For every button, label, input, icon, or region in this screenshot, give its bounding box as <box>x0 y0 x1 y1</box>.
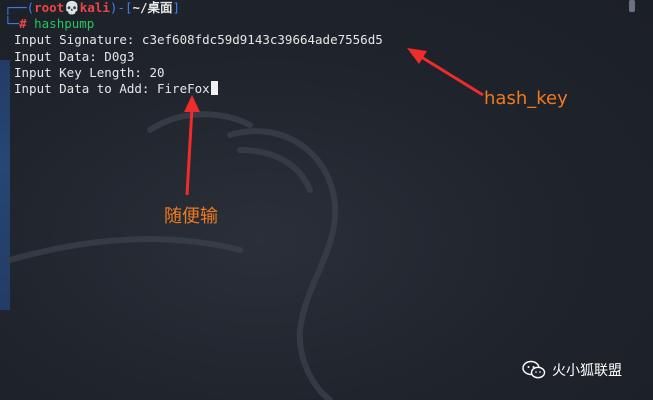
wechat-watermark: 火小狐联盟 <box>522 360 622 380</box>
random-input-annotation: 随便输 <box>164 206 218 227</box>
hash-key-annotation: hash_key <box>484 88 568 109</box>
hash-key-arrow <box>407 48 484 97</box>
wechat-icon <box>522 360 546 379</box>
annotation-arrows <box>184 48 484 196</box>
watermark-text: 火小狐联盟 <box>552 363 622 379</box>
random-input-arrow <box>184 95 200 196</box>
